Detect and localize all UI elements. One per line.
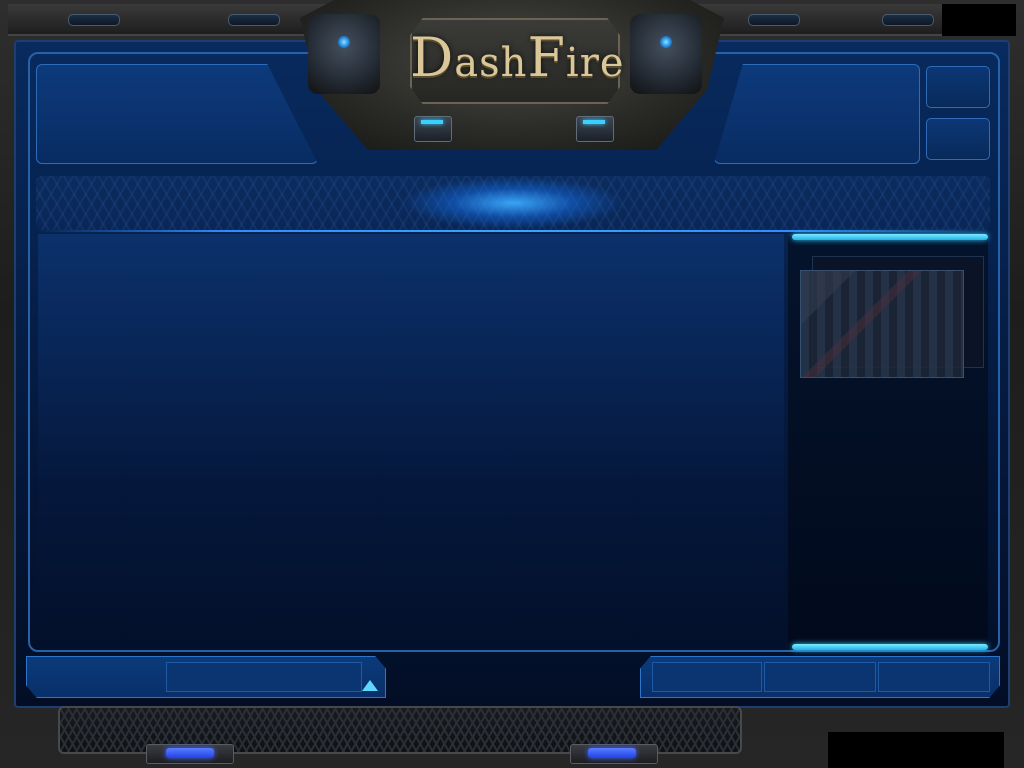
strip-rivet: [228, 14, 280, 26]
right-mech-ornament: [630, 14, 702, 94]
footer-led-right: [588, 748, 636, 758]
footer-led-left: [166, 748, 214, 758]
game-logo: DashFire: [410, 26, 624, 89]
right-panel-top-highlight: [792, 234, 988, 240]
main-content-area[interactable]: [38, 234, 784, 642]
mech-light-icon: [660, 36, 672, 48]
clamp-light: [583, 120, 605, 124]
logo-word-ash: ash: [454, 40, 528, 86]
bottom-left-field[interactable]: [166, 662, 362, 692]
header-right-panel: [714, 64, 920, 164]
logo-letter-f: F: [527, 26, 566, 89]
band-glow-line: [36, 230, 988, 232]
logo-word-ire: ire: [565, 40, 625, 86]
logo-letter-d: D: [410, 26, 455, 89]
hex-title-band: [36, 176, 990, 230]
clamp-light: [421, 120, 443, 124]
strip-rivet: [882, 14, 934, 26]
bottom-right-cell-1[interactable]: [652, 662, 762, 692]
strip-rivet: [68, 14, 120, 26]
top-right-corner-block: [942, 4, 1016, 36]
right-panel-bottom-highlight: [792, 644, 988, 650]
side-button-bottom[interactable]: [926, 118, 990, 160]
mech-light-icon: [338, 36, 350, 48]
strip-rivet: [748, 14, 800, 26]
side-button-top[interactable]: [926, 66, 990, 108]
bottom-right-corner-block: [828, 732, 1004, 768]
bottom-right-cell-3[interactable]: [878, 662, 990, 692]
left-clamp: [414, 116, 452, 142]
bottom-right-cell-2[interactable]: [764, 662, 876, 692]
left-mech-ornament: [308, 14, 380, 94]
right-clamp: [576, 116, 614, 142]
expand-up-arrow-icon[interactable]: [362, 680, 378, 691]
map-preview-image[interactable]: [800, 270, 964, 378]
